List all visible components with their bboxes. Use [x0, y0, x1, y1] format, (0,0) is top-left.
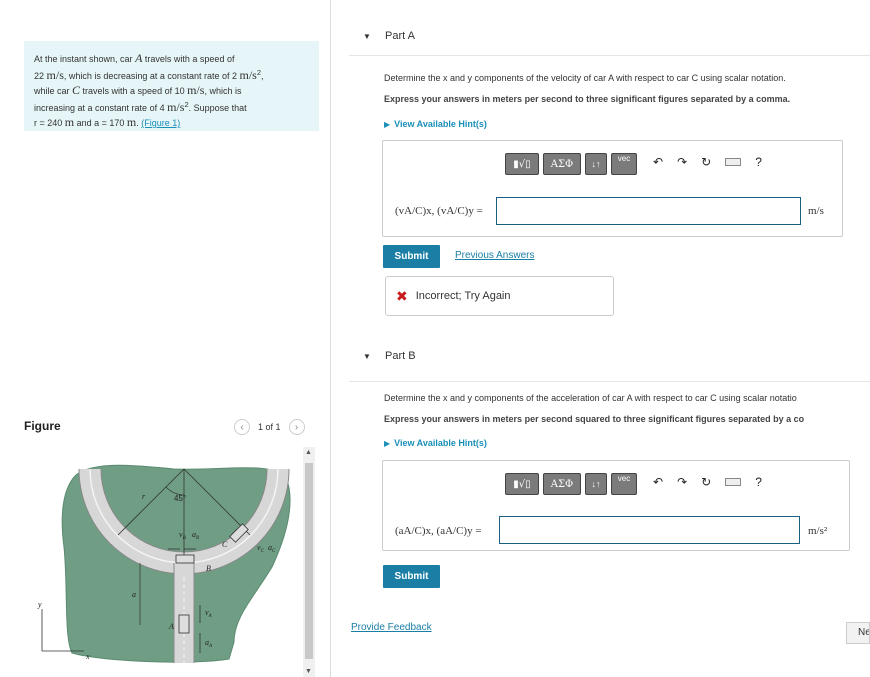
b-label: B	[206, 564, 211, 573]
figure-page-count: 1 of 1	[258, 422, 281, 432]
scroll-up-icon[interactable]: ▲	[305, 449, 312, 456]
collapse-triangle-icon[interactable]: ▼	[363, 32, 371, 41]
vec-button[interactable]: vec	[611, 153, 637, 175]
part-b-label: Part B	[385, 350, 416, 362]
undo-icon[interactable]: ↶	[653, 155, 663, 169]
part-b-instruction: Express your answers in meters per secon…	[384, 414, 805, 424]
greek-button[interactable]: ΑΣΦ	[543, 473, 581, 495]
caret-right-icon: ▶	[384, 120, 391, 129]
part-a-label: Part A	[385, 30, 415, 42]
part-a-answer-input[interactable]	[496, 197, 801, 225]
math-toolbar: ▮√▯ ΑΣΦ ↓↑ vec	[505, 153, 637, 175]
part-a-unit: m/s	[808, 205, 824, 217]
caret-right-icon: ▶	[384, 439, 391, 448]
part-a-question: Determine the x and y components of the …	[384, 73, 786, 83]
part-a-header[interactable]: ▼ Part A	[349, 18, 870, 56]
figure-scrollbar[interactable]: ▲ ▼	[303, 447, 315, 677]
keyboard-icon[interactable]	[725, 158, 742, 166]
part-a-equation-label: (vA/C)x, (vA/C)y =	[395, 205, 483, 217]
x-axis-label: x	[85, 652, 90, 661]
math-toolbar: ▮√▯ ΑΣΦ ↓↑ vec	[505, 473, 637, 495]
next-figure-button[interactable]: ›	[288, 419, 305, 435]
part-b-answer-input[interactable]	[499, 516, 800, 544]
feedback-box: ✖ Incorrect; Try Again	[385, 276, 614, 316]
prev-figure-button[interactable]: ‹	[234, 419, 250, 435]
problem-text: At the instant shown, car A travels with…	[34, 51, 264, 129]
editor-tools: ↶ ↷ ↻ ?	[653, 475, 762, 489]
provide-feedback-link[interactable]: Provide Feedback	[351, 622, 432, 633]
figure-title: Figure	[24, 419, 61, 433]
part-b-header[interactable]: ▼ Part B	[349, 338, 870, 382]
y-axis-label: y	[37, 600, 42, 609]
collapse-triangle-icon[interactable]: ▼	[363, 352, 371, 361]
editor-tools: ↶ ↷ ↻ ?	[653, 155, 762, 169]
reset-icon[interactable]: ↻	[701, 475, 711, 489]
angle-label: 45°	[174, 494, 186, 503]
reset-icon[interactable]: ↻	[701, 155, 711, 169]
car-a	[178, 614, 190, 634]
arrows-button[interactable]: ↓↑	[585, 153, 607, 175]
part-b-submit-button[interactable]: Submit	[383, 565, 440, 588]
part-b-answer-box: ▮√▯ ΑΣΦ ↓↑ vec ↶ ↷ ↻ ? (aA/C)x, (aA/C)y …	[382, 460, 850, 551]
keyboard-icon[interactable]	[725, 478, 742, 486]
car-b	[175, 554, 195, 564]
part-b-equation-label: (aA/C)x, (aA/C)y =	[395, 525, 482, 537]
templates-button[interactable]: ▮√▯	[505, 153, 539, 175]
next-button[interactable]: Next	[846, 622, 870, 644]
redo-icon[interactable]: ↷	[677, 155, 687, 169]
chevron-left-icon: ‹	[240, 421, 244, 433]
a-point-label: A	[168, 622, 174, 631]
previous-answers-link[interactable]: Previous Answers	[455, 250, 534, 261]
c-label: C	[222, 540, 228, 549]
greek-button[interactable]: ΑΣΦ	[543, 153, 581, 175]
help-icon[interactable]: ?	[755, 155, 762, 169]
figure-pager: ‹ 1 of 1 ›	[234, 419, 305, 435]
part-a-hint-link[interactable]: ▶ View Available Hint(s)	[384, 119, 491, 129]
figure-diagram: 45° r vB aB B C vC aC vA aA A a y x	[37, 464, 291, 663]
scroll-thumb[interactable]	[305, 463, 313, 659]
part-b-question: Determine the x and y components of the …	[384, 393, 797, 403]
chevron-right-icon: ›	[294, 421, 299, 433]
part-a-instruction: Express your answers in meters per secon…	[384, 94, 791, 104]
error-x-icon: ✖	[396, 287, 408, 304]
part-b-unit: m/s²	[808, 525, 828, 537]
arrows-button[interactable]: ↓↑	[585, 473, 607, 495]
vec-button[interactable]: vec	[611, 473, 637, 495]
undo-icon[interactable]: ↶	[653, 475, 663, 489]
part-b-hint-link[interactable]: ▶ View Available Hint(s)	[384, 438, 491, 448]
feedback-text: Incorrect; Try Again	[415, 290, 511, 302]
a-distance-label: a	[132, 590, 136, 599]
part-a-answer-box: ▮√▯ ΑΣΦ ↓↑ vec ↶ ↷ ↻ ? (vA/C)x, (vA/C)y …	[382, 140, 843, 237]
templates-button[interactable]: ▮√▯	[505, 473, 539, 495]
help-icon[interactable]: ?	[755, 475, 762, 489]
part-a-submit-button[interactable]: Submit	[383, 245, 440, 268]
problem-statement: At the instant shown, car A travels with…	[24, 41, 319, 131]
column-divider	[330, 0, 331, 677]
redo-icon[interactable]: ↷	[677, 475, 687, 489]
scroll-down-icon[interactable]: ▼	[305, 668, 312, 675]
figure-link[interactable]: (Figure 1)	[141, 118, 180, 128]
